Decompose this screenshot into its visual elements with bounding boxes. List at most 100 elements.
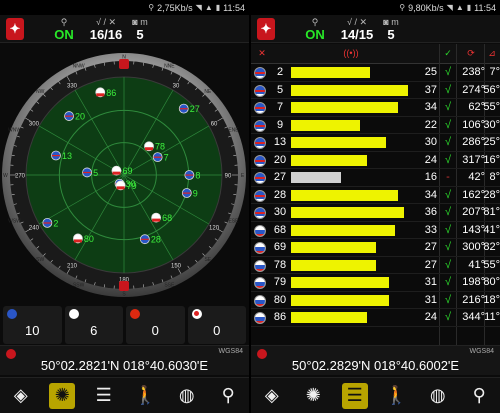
clock: 11:54 — [474, 2, 496, 13]
table-row[interactable]: 80 31 √ 216° 18° — [251, 292, 500, 309]
app-logo[interactable]: ✦ — [257, 18, 275, 40]
status-bar: ⚲ 9,80Kb/s ◥ ▲ ▮ 11:54 — [251, 0, 500, 15]
satellite-label: 28 — [151, 235, 161, 245]
satellite-label: 2 — [53, 218, 58, 228]
satellite-marker[interactable]: 79 — [115, 180, 137, 191]
used-indicator: - — [446, 171, 450, 183]
snr-value: 36 — [424, 206, 437, 218]
satellite-marker[interactable]: 78 — [144, 141, 166, 152]
satellite-label: 8 — [195, 171, 200, 181]
satellite-marker[interactable]: 20 — [64, 111, 86, 122]
table-row[interactable]: 86 24 √ 344° 11° — [251, 309, 500, 327]
satellite-marker[interactable]: 28 — [139, 234, 161, 245]
table-row[interactable]: 20 24 √ 317° 16° — [251, 152, 500, 169]
us-flag-icon — [254, 172, 266, 184]
degree-label: 150 — [171, 264, 182, 270]
table-row[interactable]: 69 27 √ 300° 82° — [251, 239, 500, 257]
signal-table-screen: ⚲ 9,80Kb/s ◥ ▲ ▮ 11:54 ✦ ⚲ ON √ / ✕ 14/1… — [251, 0, 500, 413]
satellite-marker[interactable]: 69 — [111, 165, 133, 176]
signal-bars-icon[interactable]: ☰ — [341, 382, 368, 409]
satellite-marker[interactable]: 13 — [51, 150, 72, 161]
azimuth-value: 106° — [462, 118, 485, 131]
used-indicator: √ — [444, 206, 452, 218]
flag-stripe — [182, 192, 191, 194]
table-row[interactable]: 27 16- 42° 8° — [251, 169, 500, 187]
table-row[interactable]: 79 31 √ 198° 80° — [251, 274, 500, 292]
table-row[interactable]: 2 25 √ 238° 7° — [251, 64, 500, 82]
compass-icon[interactable]: ◈ — [8, 383, 34, 409]
clock: 11:54 — [223, 2, 245, 13]
elevation-value: 41° — [483, 223, 500, 236]
snr-bar — [291, 242, 376, 253]
snr-value: 24 — [424, 311, 437, 323]
table-row[interactable]: 9 22 √ 106° 30° — [251, 117, 500, 134]
satellite-label: 5 — [93, 168, 98, 178]
walk-icon[interactable]: 🚶 — [132, 383, 158, 409]
elevation-header-icon[interactable]: ⊿ — [484, 48, 500, 59]
flag-stripe — [112, 171, 121, 175]
map-pin-icon[interactable]: ⚲ — [466, 383, 492, 409]
degree-label: 60 — [211, 122, 218, 128]
coordinates-text[interactable]: 50°02.2821'N 018°40.6030'E — [0, 358, 249, 373]
network-speed: 9,80Kb/s — [408, 2, 444, 13]
constellation-count-us[interactable]: 10 — [3, 306, 62, 344]
degree-label: 210 — [67, 264, 78, 270]
snr-header[interactable]: ((•)) — [331, 48, 371, 58]
compass-icon[interactable]: ◈ — [259, 383, 285, 409]
azimuth-value: 62° — [468, 101, 485, 113]
satellite-marker[interactable]: 68 — [151, 212, 173, 223]
globe-icon[interactable]: ◍ — [425, 383, 451, 409]
battery-icon: ▮ — [466, 3, 472, 12]
radar-icon[interactable]: ✺ — [300, 383, 326, 409]
walk-icon[interactable]: 🚶 — [383, 383, 409, 409]
satellite-marker[interactable]: 86 — [95, 87, 117, 98]
cardinal-label: SSW — [73, 282, 85, 288]
used-indicator: √ — [444, 223, 452, 236]
used-header[interactable]: ✓ — [442, 48, 454, 59]
satellite-marker[interactable]: 80 — [73, 233, 94, 244]
count-value: 0 — [151, 323, 159, 338]
constellation-count-cn[interactable]: 0 — [126, 306, 185, 344]
used-indicator: √ — [444, 241, 452, 253]
elevation-value: 11° — [484, 311, 500, 323]
globe-icon[interactable]: ◍ — [174, 383, 200, 409]
fix-status: ⚲ ON — [50, 16, 78, 42]
flag-stripe — [116, 186, 125, 190]
app-logo[interactable]: ✦ — [6, 18, 24, 40]
prn-value: 30 — [273, 206, 287, 218]
cardinal-label: SE — [204, 257, 211, 263]
radar-icon[interactable]: ✺ — [49, 382, 76, 409]
constellation-count-jp[interactable]: 0 — [187, 306, 246, 344]
degree-label: 300 — [29, 122, 40, 128]
flag-stripe — [145, 147, 154, 151]
cardinal-label: WNW — [8, 128, 21, 134]
prn-header-icon[interactable]: ✕ — [255, 48, 269, 59]
azimuth-value: 143° — [462, 223, 485, 236]
signal-bars-icon[interactable]: ☰ — [91, 383, 117, 409]
snr-bar — [291, 119, 360, 131]
snr-value: 27 — [424, 258, 437, 271]
snr-bar — [291, 259, 376, 271]
flag-stripe — [179, 108, 188, 110]
table-row[interactable]: 5 37 √ 274° 56° — [251, 82, 500, 99]
azimuth-header-icon[interactable]: ⟳ — [459, 48, 483, 59]
snr-value: 31 — [424, 293, 437, 306]
table-row[interactable]: 13 30 √ 286° 25° — [251, 134, 500, 152]
signal-icon: ▲ — [455, 3, 464, 12]
accuracy: ◙ m 5 — [379, 16, 403, 42]
table-row[interactable]: 68 33 √ 143° 41° — [251, 222, 500, 239]
snr-value: 27 — [424, 241, 437, 253]
satellite-label: 20 — [75, 112, 85, 122]
map-pin-icon[interactable]: ⚲ — [215, 383, 241, 409]
flag-stripe — [153, 156, 162, 158]
us-flag-icon — [254, 119, 266, 132]
table-row[interactable]: 7 34 √ 62° 55° — [251, 99, 500, 117]
snr-value: 33 — [424, 223, 437, 236]
table-row[interactable]: 30 36 √ 207° 81° — [251, 204, 500, 222]
prn-value: 28 — [273, 188, 287, 201]
coordinates-text[interactable]: 50°02.2829'N 018°40.6002'E — [251, 358, 500, 373]
constellation-count-ru[interactable]: 6 — [64, 306, 123, 344]
satellite-marker[interactable]: 27 — [178, 103, 200, 114]
table-row[interactable]: 78 27 √ 41° 55° — [251, 257, 500, 274]
table-row[interactable]: 28 34 √ 162° 28° — [251, 187, 500, 204]
